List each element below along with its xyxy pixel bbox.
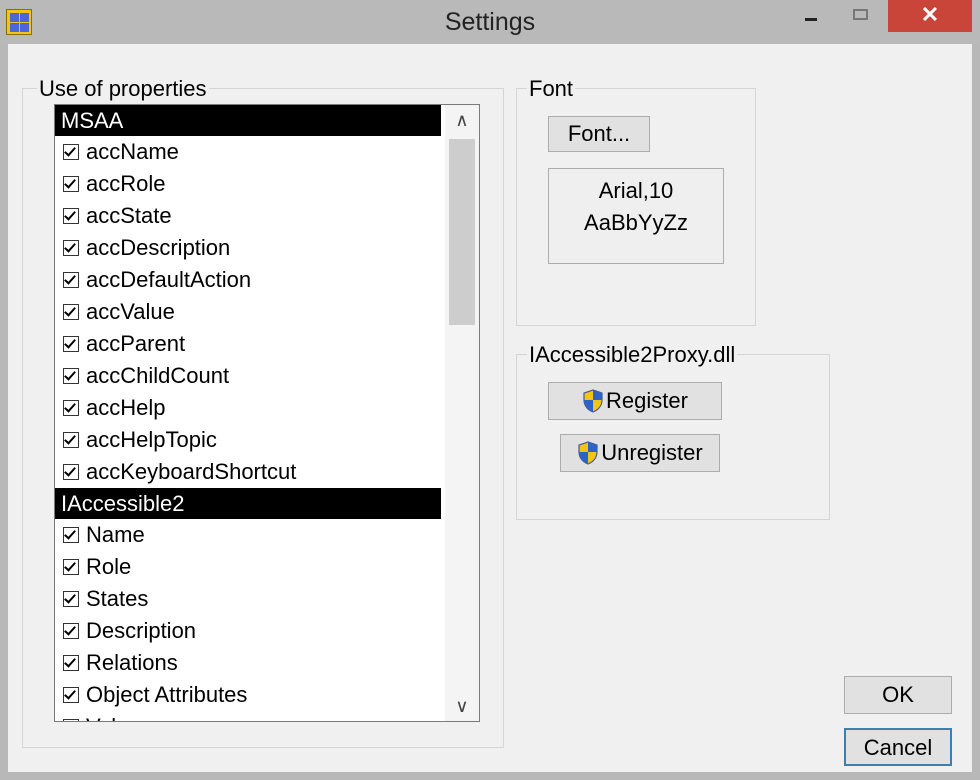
checkbox-checked-icon[interactable] (63, 687, 79, 703)
msaa-items: accName accRole accState accDescription accD… (55, 136, 441, 488)
settings-window: Settings ✕ Use of properties MSAA accNam… (0, 0, 980, 780)
list-item-label: accHelpTopic (86, 427, 217, 452)
list-item-label: Description (86, 618, 197, 643)
register-button[interactable]: Register (548, 382, 722, 420)
font-preview-name: Arial,10 (598, 178, 674, 203)
list-item-label: accDescription (86, 235, 231, 260)
ia2-list-item[interactable]: Value (55, 711, 441, 721)
ia2-list-item[interactable]: States (55, 583, 441, 615)
maximize-button[interactable] (842, 0, 882, 30)
list-item-label: accRole (86, 171, 166, 196)
ia2-list-item[interactable]: Object Attributes (55, 679, 441, 711)
checkbox-checked-icon[interactable] (63, 368, 79, 384)
msaa-list-item[interactable]: accHelpTopic (55, 424, 441, 456)
title-bar[interactable]: Settings ✕ (0, 0, 980, 44)
font-preview-sample: AaBbYyZz (584, 210, 688, 235)
msaa-list-item[interactable]: accKeyboardShortcut (55, 456, 441, 488)
close-icon: ✕ (920, 2, 940, 27)
msaa-list-item[interactable]: accValue (55, 296, 441, 328)
font-group-label: Font (527, 76, 576, 102)
msaa-list-item[interactable]: accDescription (55, 232, 441, 264)
dialog-client-area: Use of properties MSAA accName accRole acc… (8, 44, 972, 772)
register-button-label: Register (606, 388, 688, 413)
ia2-items: Name Role States Description Relations Object… (55, 519, 441, 721)
checkbox-checked-icon[interactable] (63, 527, 79, 543)
font-button[interactable]: Font... (548, 116, 650, 152)
list-item-label: Object Attributes (86, 682, 248, 707)
scroll-up-arrow-icon[interactable]: ∧ (445, 105, 479, 135)
ia2-list-item[interactable]: Description (55, 615, 441, 647)
properties-list-rows: MSAA accName accRole accState accDescriptio… (55, 105, 441, 721)
uac-shield-icon (578, 441, 598, 465)
properties-group-label: Use of properties (37, 76, 209, 102)
msaa-list-item[interactable]: accDefaultAction (55, 264, 441, 296)
checkbox-checked-icon[interactable] (63, 559, 79, 575)
list-item-label: accValue (86, 299, 175, 324)
checkbox-checked-icon[interactable] (63, 144, 79, 160)
checkbox-checked-icon[interactable] (63, 623, 79, 639)
font-preview-box: Arial,10 AaBbYyZz (548, 168, 724, 264)
checkbox-checked-icon[interactable] (63, 655, 79, 671)
list-scrollbar[interactable]: ∧ ∨ (445, 105, 479, 721)
checkbox-checked-icon[interactable] (63, 400, 79, 416)
proxy-dll-group-label: IAccessible2Proxy.dll (527, 342, 738, 368)
checkbox-checked-icon[interactable] (63, 272, 79, 288)
ia2-list-item[interactable]: Name (55, 519, 441, 551)
window-title: Settings (444, 8, 536, 36)
scroll-down-arrow-icon[interactable]: ∨ (445, 691, 479, 721)
unregister-button[interactable]: Unregister (560, 434, 720, 472)
checkbox-checked-icon[interactable] (63, 240, 79, 256)
close-button[interactable]: ✕ (888, 0, 972, 32)
ia2-list-item[interactable]: Relations (55, 647, 441, 679)
unregister-button-label: Unregister (601, 440, 703, 465)
scrollbar-thumb[interactable] (449, 139, 475, 325)
list-item-label: accChildCount (86, 363, 230, 388)
list-item-label: accDefaultAction (86, 267, 252, 292)
list-item-label: Value (86, 714, 141, 721)
msaa-list-item[interactable]: accHelp (55, 392, 441, 424)
list-header-msaa: MSAA (55, 105, 441, 136)
list-header-iaccessible2: IAccessible2 (55, 488, 441, 519)
checkbox-checked-icon[interactable] (63, 464, 79, 480)
msaa-list-item[interactable]: accChildCount (55, 360, 441, 392)
list-item-label: Name (86, 522, 145, 547)
list-item-label: accHelp (86, 395, 166, 420)
msaa-list-item[interactable]: accState (55, 200, 441, 232)
minimize-button[interactable] (788, 0, 832, 30)
list-item-label: accState (86, 203, 172, 228)
ia2-list-item[interactable]: Role (55, 551, 441, 583)
list-item-label: Role (86, 554, 132, 579)
ok-button[interactable]: OK (844, 676, 952, 714)
list-item-label: Relations (86, 650, 178, 675)
checkbox-checked-icon[interactable] (63, 432, 79, 448)
msaa-list-item[interactable]: accName (55, 136, 441, 168)
list-item-label: accKeyboardShortcut (86, 459, 297, 484)
checkbox-checked-icon[interactable] (63, 719, 79, 721)
checkbox-checked-icon[interactable] (63, 304, 79, 320)
list-item-label: States (86, 586, 149, 611)
msaa-list-item[interactable]: accParent (55, 328, 441, 360)
list-item-label: accParent (86, 331, 186, 356)
cancel-button[interactable]: Cancel (844, 728, 952, 766)
msaa-list-item[interactable]: accRole (55, 168, 441, 200)
uac-shield-icon (583, 389, 603, 413)
properties-listbox[interactable]: MSAA accName accRole accState accDescriptio… (54, 104, 480, 722)
checkbox-checked-icon[interactable] (63, 591, 79, 607)
checkbox-checked-icon[interactable] (63, 336, 79, 352)
list-item-label: accName (86, 139, 179, 164)
checkbox-checked-icon[interactable] (63, 208, 79, 224)
checkbox-checked-icon[interactable] (63, 176, 79, 192)
